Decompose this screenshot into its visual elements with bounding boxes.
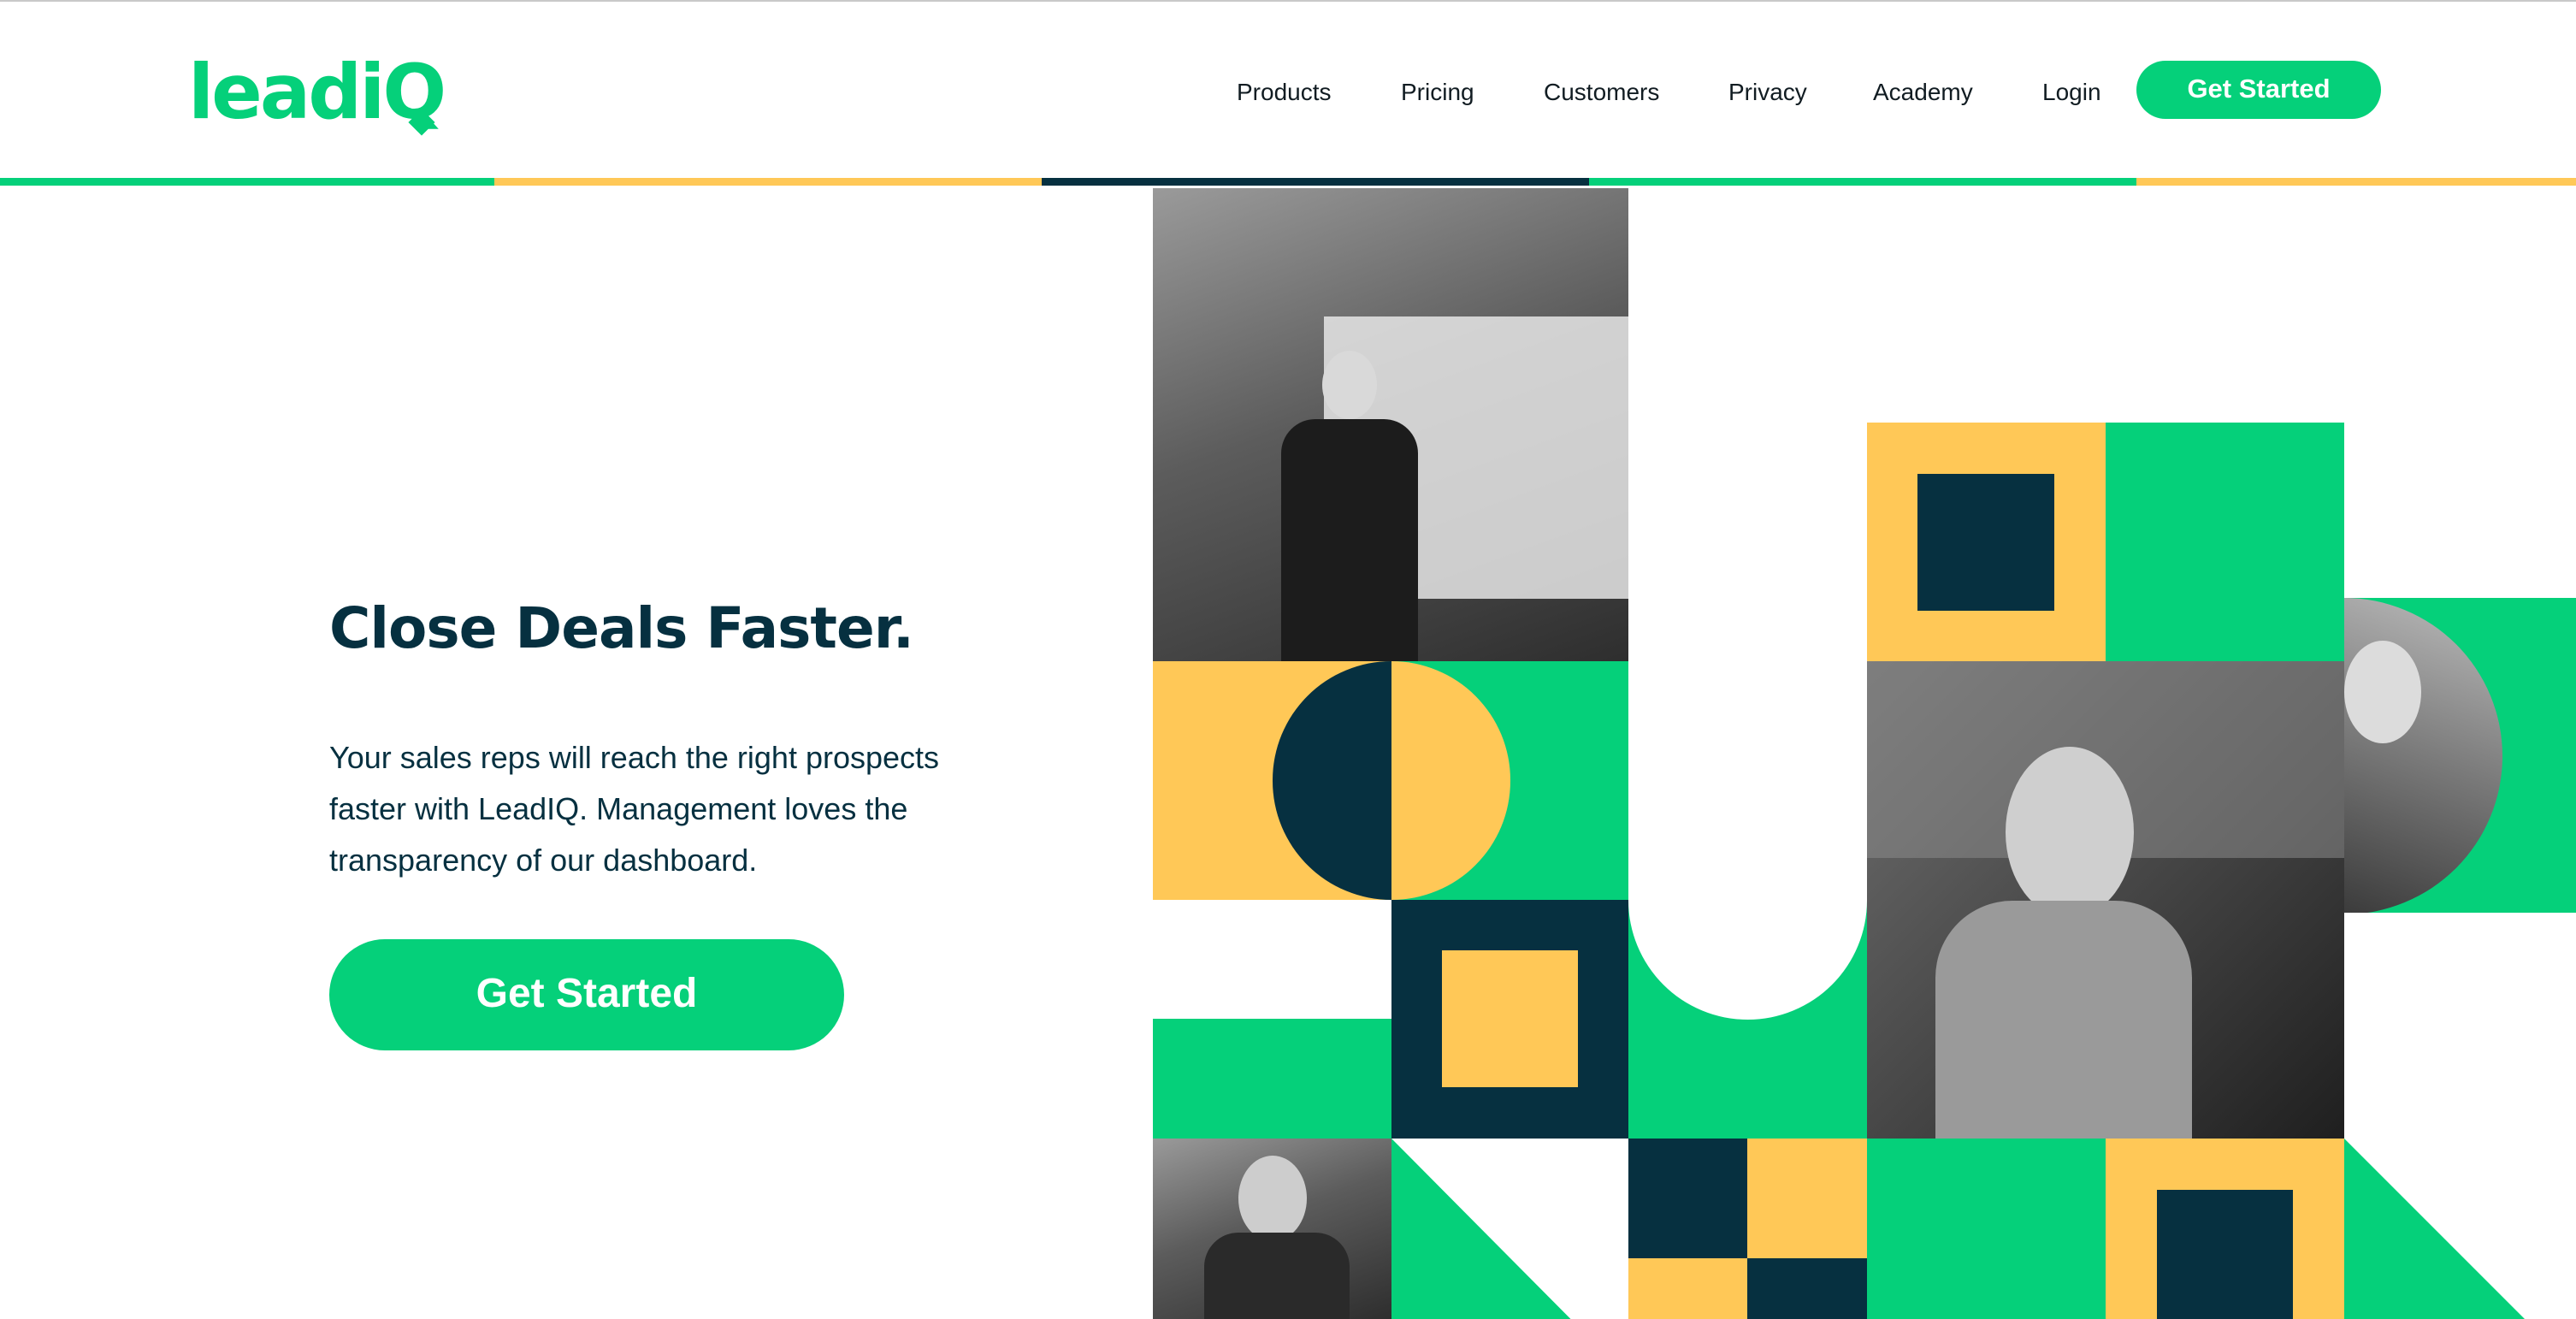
header-get-started-button[interactable]: Get Started [2136, 61, 2381, 119]
stripe-navy [1042, 178, 1589, 186]
hero-title: Close Deals Faster. [329, 595, 914, 661]
leadiq-logo[interactable]: leadiQ [188, 50, 446, 136]
green-block [1867, 1139, 2106, 1319]
nav-customers[interactable]: Customers [1544, 75, 1659, 109]
triangle-block [1391, 1139, 1628, 1319]
green-block [2106, 423, 2344, 661]
hero-get-started-button[interactable]: Get Started [329, 939, 844, 1050]
nav-privacy[interactable]: Privacy [1728, 75, 1807, 109]
stripe-yellow-1 [494, 178, 1042, 186]
stripe-green-1 [0, 178, 494, 186]
yellow-block [2106, 1139, 2344, 1319]
nav-academy[interactable]: Academy [1873, 75, 1973, 109]
green-block [1153, 1019, 1391, 1139]
triangle-block [2344, 1139, 2576, 1319]
smiling-man-photo [1867, 661, 2344, 1139]
stripe-yellow-2 [2136, 178, 2576, 186]
white-block [1153, 900, 1391, 1019]
navy-block [1391, 900, 1628, 1139]
green-arch-block [1628, 661, 1867, 1139]
yellow-block [1867, 423, 2106, 661]
yellow-block [1153, 661, 1391, 900]
white-block [1628, 188, 1867, 661]
stripe-green-2 [1589, 178, 2136, 186]
presenter-photo [1153, 188, 1628, 661]
yellow-block [1747, 1139, 1867, 1258]
hero-description: Your sales reps will reach the right pro… [329, 740, 940, 878]
nav-pricing[interactable]: Pricing [1401, 75, 1474, 109]
logo-wordmark: leadiQ [188, 48, 446, 136]
woman-on-phone-photo [1153, 1139, 1391, 1319]
site-header: leadiQ Products Pricing Customers Privac… [0, 2, 2576, 178]
navy-block [1628, 1139, 1747, 1258]
nav-login[interactable]: Login [2042, 75, 2101, 109]
green-block [2344, 598, 2576, 913]
nav-products[interactable]: Products [1237, 75, 1332, 109]
green-block [1391, 661, 1628, 900]
yellow-block [1628, 1258, 1747, 1319]
navy-block [1747, 1258, 1867, 1319]
